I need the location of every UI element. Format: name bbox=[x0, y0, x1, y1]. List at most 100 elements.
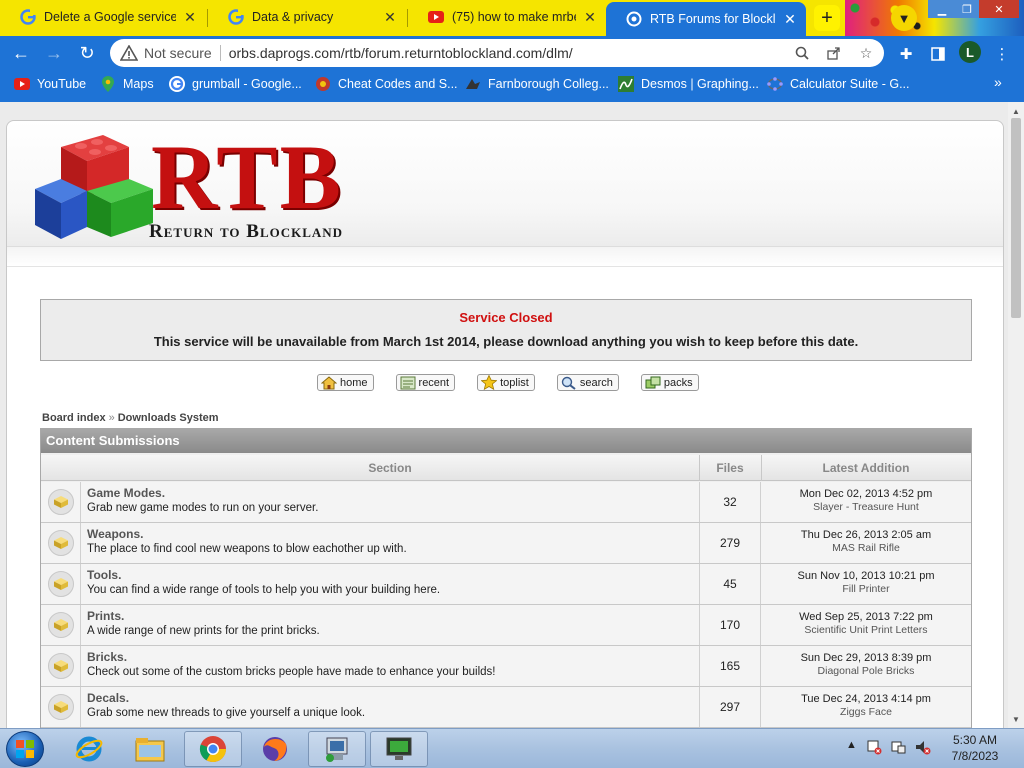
system-clock[interactable]: 5:30 AM 7/8/2023 bbox=[940, 732, 1010, 764]
url-text[interactable]: orbs.daprogs.com/rtb/forum.returntoblock… bbox=[229, 45, 573, 61]
packs-button[interactable]: packs bbox=[640, 374, 699, 391]
logo-title: RTB bbox=[151, 126, 343, 228]
table-row[interactable]: Weapons. The place to find cool new weap… bbox=[41, 523, 971, 564]
section-name[interactable]: Weapons. bbox=[87, 527, 697, 541]
section-name[interactable]: Prints. bbox=[87, 609, 697, 623]
section-name[interactable]: Tools. bbox=[87, 568, 697, 582]
latest-date: Sun Dec 29, 2013 8:39 pm bbox=[800, 652, 932, 664]
bookmark-star-icon[interactable]: ☆ bbox=[858, 45, 874, 61]
bookmark-cheat-codes[interactable]: Cheat Codes and S... bbox=[315, 76, 458, 92]
page-scrollbar[interactable]: ▲ ▼ bbox=[1008, 102, 1024, 728]
section-name[interactable]: Game Modes. bbox=[87, 486, 697, 500]
share-icon[interactable] bbox=[826, 45, 842, 61]
tab-youtube[interactable]: (75) how to make mrbeas ✕ bbox=[408, 0, 606, 34]
address-separator bbox=[219, 45, 221, 61]
tab-search-button[interactable]: ▼ bbox=[891, 5, 917, 31]
column-latest-addition: Latest Addition bbox=[822, 461, 910, 475]
address-bar[interactable]: Not secure orbs.daprogs.com/rtb/forum.re… bbox=[110, 39, 884, 67]
bookmark-label: Calculator Suite - G... bbox=[790, 77, 910, 91]
bookmark-label: Desmos | Graphing... bbox=[641, 77, 759, 91]
latest-date: Wed Sep 25, 2013 7:22 pm bbox=[799, 611, 933, 623]
google-g-icon bbox=[20, 9, 36, 25]
bookmark-grumball[interactable]: grumball - Google... bbox=[169, 76, 302, 92]
network-icon[interactable] bbox=[866, 739, 882, 758]
minimize-button[interactable]: ▁ bbox=[928, 0, 956, 18]
table-row[interactable]: Prints. A wide range of new prints for t… bbox=[41, 605, 971, 646]
tab-data-privacy[interactable]: Data & privacy ✕ bbox=[208, 0, 406, 34]
bookmarks-more-button[interactable]: » bbox=[994, 74, 1002, 90]
table-row[interactable]: Bricks. Check out some of the custom bri… bbox=[41, 646, 971, 687]
new-tab-button[interactable]: + bbox=[814, 5, 840, 31]
latest-item-link[interactable]: MAS Rail Rifle bbox=[761, 542, 971, 554]
scrollbar-thumb[interactable] bbox=[1011, 118, 1021, 318]
home-button[interactable]: home bbox=[317, 374, 374, 391]
logo-subtitle: Return to Blockland bbox=[149, 221, 344, 242]
profile-avatar[interactable]: L bbox=[959, 41, 981, 63]
security-label[interactable]: Not secure bbox=[144, 45, 212, 61]
taskbar-internet-explorer[interactable] bbox=[60, 731, 118, 767]
search-button[interactable]: search bbox=[556, 374, 619, 391]
forward-button[interactable]: → bbox=[42, 41, 66, 65]
table-row[interactable]: Tools. You can find a wide range of tool… bbox=[41, 564, 971, 605]
bookmark-label: grumball - Google... bbox=[192, 77, 302, 91]
latest-addition: Thu Dec 26, 2013 2:05 am MAS Rail Rifle bbox=[761, 529, 971, 554]
home-label: home bbox=[340, 376, 368, 389]
menu-kebab-icon[interactable]: ⋮ bbox=[992, 44, 1012, 64]
table-row[interactable]: Decals. Grab some new threads to give yo… bbox=[41, 687, 971, 728]
folder-icon bbox=[47, 612, 74, 638]
bookmark-farnborough[interactable]: Farnborough Colleg... bbox=[465, 76, 609, 92]
column-section: Section bbox=[368, 461, 412, 475]
section-name[interactable]: Bricks. bbox=[87, 650, 697, 664]
toplist-button[interactable]: toplist bbox=[477, 374, 535, 391]
extensions-icon[interactable]: ✚ bbox=[896, 44, 916, 64]
latest-item-link[interactable]: Slayer - Treasure Hunt bbox=[761, 501, 971, 513]
breadcrumb-downloads-system[interactable]: Downloads System bbox=[118, 412, 219, 424]
bookmark-label: Cheat Codes and S... bbox=[338, 77, 458, 91]
taskbar-file-explorer[interactable] bbox=[121, 731, 179, 767]
latest-item-link[interactable]: Scientific Unit Print Letters bbox=[761, 624, 971, 636]
section-name[interactable]: Decals. bbox=[87, 691, 697, 705]
bookmark-desmos[interactable]: Desmos | Graphing... bbox=[618, 76, 759, 92]
side-panel-icon[interactable] bbox=[928, 44, 948, 64]
latest-addition: Tue Dec 24, 2013 4:14 pm Ziggs Face bbox=[761, 693, 971, 718]
tab-rtb-forums[interactable]: RTB Forums for Blocklanc ✕ bbox=[606, 2, 806, 36]
close-icon[interactable]: ✕ bbox=[782, 11, 798, 27]
table-header: Section Files Latest Addition bbox=[41, 455, 971, 481]
table-row[interactable]: Game Modes. Grab new game modes to run o… bbox=[41, 482, 971, 523]
recent-button[interactable]: recent bbox=[395, 374, 456, 391]
taskbar-chrome[interactable] bbox=[184, 731, 242, 767]
start-button[interactable] bbox=[6, 731, 44, 767]
volume-icon[interactable] bbox=[915, 739, 931, 758]
recent-label: recent bbox=[418, 376, 450, 389]
latest-item-link[interactable]: Fill Printer bbox=[761, 583, 971, 595]
close-icon[interactable]: ✕ bbox=[382, 9, 398, 25]
back-button[interactable]: ← bbox=[9, 41, 33, 65]
tab-title: Delete a Google service bbox=[44, 10, 176, 24]
forum-icon-cell bbox=[41, 646, 81, 686]
latest-addition: Wed Sep 25, 2013 7:22 pm Scientific Unit… bbox=[761, 611, 971, 636]
desmos-icon bbox=[618, 76, 634, 92]
window-close-button[interactable]: ✕ bbox=[979, 0, 1019, 18]
scroll-up-arrow-icon[interactable]: ▲ bbox=[1008, 104, 1024, 118]
close-icon[interactable]: ✕ bbox=[182, 9, 198, 25]
taskbar-monitor-app[interactable] bbox=[370, 731, 428, 767]
close-icon[interactable]: ✕ bbox=[582, 9, 598, 25]
rtb-logo[interactable]: RTB Return to Blockland bbox=[33, 126, 378, 243]
reload-button[interactable]: ↻ bbox=[75, 41, 99, 65]
latest-item-link[interactable]: Diagonal Pole Bricks bbox=[761, 665, 971, 677]
bookmark-calculator-suite[interactable]: Calculator Suite - G... bbox=[767, 76, 910, 92]
taskbar-installer[interactable] bbox=[308, 731, 366, 767]
breadcrumb-board-index[interactable]: Board index bbox=[42, 412, 106, 424]
scroll-down-arrow-icon[interactable]: ▼ bbox=[1008, 712, 1024, 726]
maximize-button[interactable]: ❐ bbox=[953, 0, 981, 18]
taskbar-firefox[interactable] bbox=[246, 731, 304, 767]
zoom-search-icon[interactable] bbox=[794, 45, 810, 61]
forum-icon-cell bbox=[41, 482, 81, 522]
show-hidden-icons-button[interactable]: ▲ bbox=[846, 739, 857, 751]
chevron-down-icon: ▼ bbox=[897, 10, 911, 26]
bookmark-maps[interactable]: Maps bbox=[100, 76, 154, 92]
action-center-icon[interactable] bbox=[891, 739, 907, 758]
tab-delete-google-service[interactable]: Delete a Google service ✕ bbox=[0, 0, 206, 34]
latest-item-link[interactable]: Ziggs Face bbox=[761, 706, 971, 718]
bookmark-youtube[interactable]: YouTube bbox=[14, 76, 86, 92]
